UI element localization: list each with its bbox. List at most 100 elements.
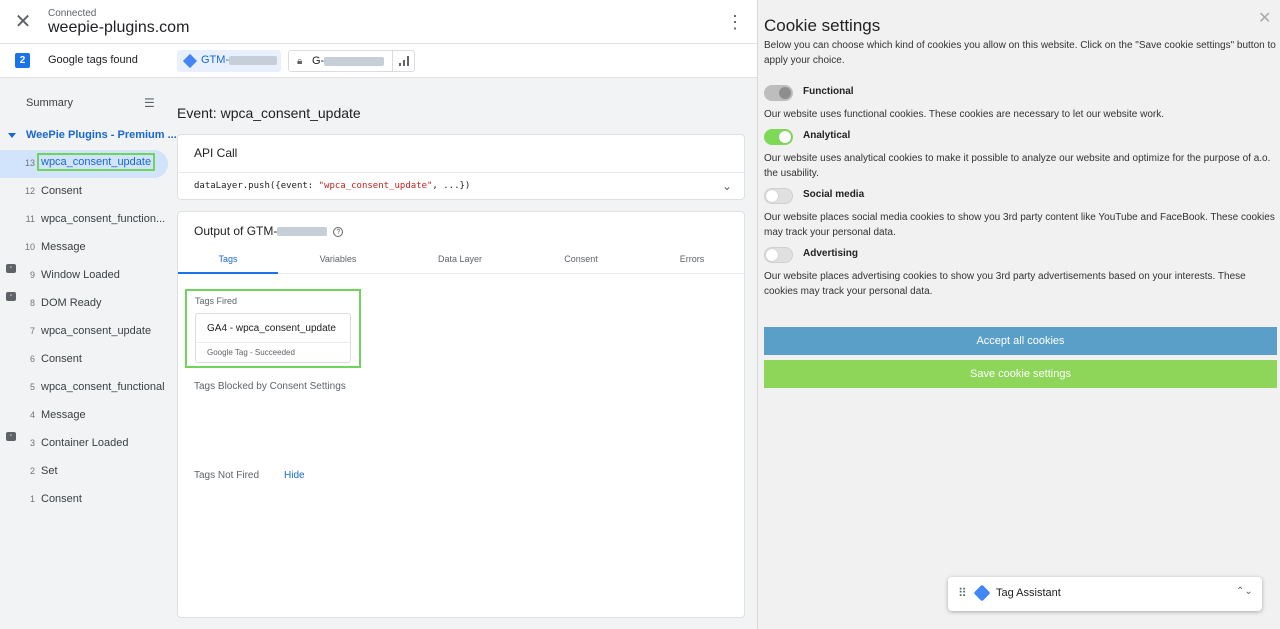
redacted-id: [229, 55, 278, 65]
connected-domain: weepie-plugins.com: [48, 19, 190, 36]
event-label: wpca_consent_function...: [41, 213, 166, 225]
clear-list-icon[interactable]: ☰: [144, 96, 160, 110]
category-description: Our website places advertising cookies t…: [764, 271, 1246, 297]
ga-id-label: G-: [312, 55, 325, 67]
tab-data-layer[interactable]: Data Layer: [410, 254, 510, 264]
container-item[interactable]: WeePie Plugins - Premium ...: [8, 129, 177, 141]
accept-all-cookies-button[interactable]: Accept all cookies: [764, 327, 1277, 355]
event-list-item[interactable]: 5 wpca_consent_functional: [0, 374, 168, 402]
event-number: 4: [29, 410, 35, 420]
tag-assistant-widget[interactable]: ⠿ Tag Assistant ⌃⌄: [948, 577, 1262, 611]
event-label: Consent: [41, 353, 82, 365]
category-description: Our website uses analytical cookies to m…: [764, 153, 1271, 179]
event-label: Consent: [41, 185, 82, 197]
ga-tag-chip[interactable]: 🔒︎ G-: [288, 50, 415, 72]
event-number: 7: [29, 326, 35, 336]
event-list-item[interactable]: 7 wpca_consent_update: [0, 318, 168, 346]
fired-tag-card[interactable]: GA4 - wpca_consent_update Google Tag - S…: [195, 313, 351, 363]
gtm-id-label: GTM-: [201, 54, 230, 66]
widget-title: Tag Assistant: [996, 587, 1061, 599]
gtm-container-chip[interactable]: GTM-: [177, 50, 281, 72]
event-list-item[interactable]: 4 Message: [0, 402, 168, 430]
tab-consent[interactable]: Consent: [531, 254, 631, 264]
event-sidebar: Summary ☰ WeePie Plugins - Premium ... 1…: [0, 78, 177, 629]
event-list-item[interactable]: 3 Container Loaded ▫: [0, 430, 168, 458]
category-name: Advertising: [803, 248, 859, 259]
event-list-item[interactable]: 9 Window Loaded ▫: [0, 262, 168, 290]
tag-assistant-logo-icon: [973, 584, 991, 602]
tags-found-bar: 2 Google tags found GTM- 🔒︎ G-: [0, 44, 757, 78]
drag-handle-icon[interactable]: ⠿: [958, 586, 967, 600]
api-call-header: API Call: [194, 146, 238, 160]
output-card: Output of GTM-? Tags Variables Data Laye…: [177, 211, 745, 618]
event-label: Set: [41, 465, 58, 477]
api-call-code: dataLayer.push({event: "wpca_consent_upd…: [194, 181, 471, 191]
event-list-item[interactable]: 13 wpca_consent_update: [0, 150, 168, 178]
kebab-menu-icon[interactable]: ⋮: [726, 12, 744, 32]
event-list-item[interactable]: 11 wpca_consent_function...: [0, 206, 168, 234]
event-number: 5: [29, 382, 35, 392]
cookie-intro-text: Below you can choose which kind of cooki…: [764, 40, 1276, 66]
event-list-item[interactable]: 8 DOM Ready ▫: [0, 290, 168, 318]
close-icon[interactable]: ✕: [1258, 8, 1271, 28]
active-tab-indicator: [178, 272, 278, 274]
event-number: 13: [24, 158, 35, 168]
tab-variables[interactable]: Variables: [288, 254, 388, 264]
tags-fired-label: Tags Fired: [195, 296, 238, 306]
redacted-id: [324, 56, 385, 66]
analytical-toggle[interactable]: [764, 129, 793, 145]
lock-icon: 🔒︎: [297, 56, 303, 67]
api-call-card: API Call dataLayer.push({event: "wpca_co…: [177, 134, 745, 200]
help-icon[interactable]: ?: [333, 226, 344, 237]
close-icon[interactable]: ✕: [12, 11, 34, 33]
advertising-toggle[interactable]: [764, 247, 793, 263]
event-list: 13 wpca_consent_update 12 Consent 11 wpca_con…: [0, 150, 168, 514]
event-number: 9: [29, 270, 35, 280]
tags-count-badge: 2: [15, 53, 30, 68]
caret-down-icon: [8, 132, 16, 138]
connection-status: Connected: [48, 8, 97, 19]
event-label: Container Loaded: [41, 437, 129, 449]
event-label: Message: [41, 241, 86, 253]
tab-tags[interactable]: Tags: [178, 254, 278, 264]
functional-toggle[interactable]: [764, 85, 793, 101]
gtm-event-icon: ▫: [6, 431, 16, 441]
hide-link[interactable]: Hide: [284, 470, 305, 481]
event-list-item[interactable]: 6 Consent: [0, 346, 168, 374]
top-bar: ✕ Connected weepie-plugins.com ⋮: [0, 0, 757, 44]
chevron-down-icon[interactable]: ⌄: [722, 179, 732, 193]
tag-status: Google Tag - Succeeded: [207, 348, 295, 357]
event-list-item[interactable]: 12 Consent: [0, 178, 168, 206]
social-media-toggle[interactable]: [764, 188, 793, 204]
event-list-item[interactable]: 2 Set: [0, 458, 168, 486]
tab-errors[interactable]: Errors: [642, 254, 742, 264]
summary-link[interactable]: Summary: [26, 97, 73, 109]
save-cookie-settings-button[interactable]: Save cookie settings: [764, 360, 1277, 388]
event-list-item[interactable]: 1 Consent: [0, 486, 168, 514]
redacted-id: [277, 227, 328, 237]
category-name: Social media: [803, 189, 865, 200]
event-number: 12: [24, 186, 35, 196]
event-number: 11: [25, 214, 35, 224]
tags-found-label: Google tags found: [48, 54, 138, 66]
output-tabs: Tags Variables Data Layer Consent Errors: [178, 250, 744, 274]
gtm-event-icon: ▫: [6, 263, 16, 273]
signal-bars-icon: [392, 51, 414, 71]
category-description: Our website uses functional cookies. The…: [764, 109, 1165, 120]
gtm-diamond-icon: [182, 53, 198, 69]
event-label: wpca_consent_functional: [41, 381, 165, 393]
tags-fired-section: Tags Fired GA4 - wpca_consent_update Goo…: [185, 289, 361, 368]
tags-not-fired-label: Tags Not Fired: [194, 470, 260, 481]
event-number: 8: [29, 298, 35, 308]
event-number: 3: [29, 438, 35, 448]
event-label: wpca_consent_update: [41, 325, 152, 337]
event-title: Event: wpca_consent_update: [177, 105, 361, 121]
event-list-item[interactable]: 10 Message: [0, 234, 168, 262]
event-label: DOM Ready: [41, 297, 102, 309]
cookie-settings-panel: Cookie settings ✕ Below you can choose w…: [757, 0, 1280, 629]
event-number: 10: [24, 242, 35, 252]
output-header: Output of GTM-?: [194, 224, 344, 238]
tag-name: GA4 - wpca_consent_update: [207, 323, 336, 334]
event-label: Window Loaded: [41, 269, 120, 281]
expand-collapse-icon[interactable]: ⌃⌄: [1236, 586, 1253, 597]
